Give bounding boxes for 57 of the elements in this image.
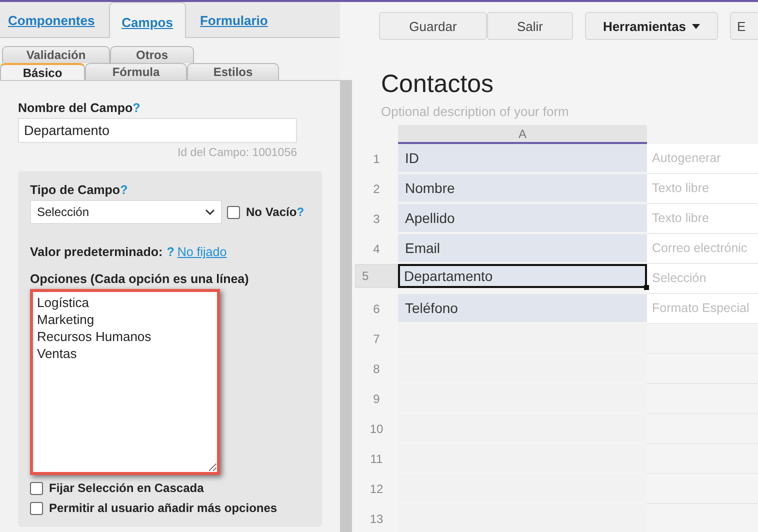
table-cell[interactable]: Email — [398, 234, 647, 264]
row-number: 8 — [372, 361, 381, 378]
form-description: Optional description of your form — [381, 104, 570, 119]
table-cell: Texto libre — [647, 174, 758, 204]
row-number: 5 — [355, 264, 398, 288]
form-title: Contactos — [381, 70, 495, 99]
toolbar-button[interactable]: Herramientas — [585, 12, 718, 40]
settings-tab[interactable]: Validación — [2, 46, 110, 63]
chevron-icon — [205, 209, 215, 215]
table-cell: Texto libre — [647, 204, 758, 234]
table-cell: Correo electrónic — [647, 234, 758, 264]
table-cell[interactable]: Apellido — [398, 204, 647, 234]
field-name-input[interactable]: Departamento — [18, 118, 297, 143]
table-cell: Selección — [647, 264, 758, 294]
caret-icon — [692, 24, 700, 28]
table-cell[interactable]: Nombre — [398, 174, 647, 204]
checkbox[interactable] — [227, 206, 240, 218]
row-number: 10 — [368, 421, 384, 438]
row-number: 6 — [372, 301, 381, 318]
scrollbar[interactable] — [340, 80, 352, 532]
row-number: 12 — [368, 481, 384, 498]
table-cell: Autogenerar — [647, 144, 758, 174]
panel-tab[interactable]: Formulario — [194, 13, 274, 37]
checkbox[interactable] — [30, 502, 43, 514]
column-header[interactable]: A — [398, 125, 647, 144]
row-number: 3 — [372, 211, 381, 228]
row-number: 1 — [372, 151, 381, 168]
row-number: 4 — [372, 241, 381, 258]
panel-tab[interactable]: Componentes — [2, 13, 101, 37]
field-label: Nombre del Campo? — [18, 101, 142, 115]
row-number: 9 — [372, 391, 381, 408]
checkbox-label: No Vacío? — [246, 205, 304, 219]
checkbox-label: Permitir al usuario añadir más opciones — [49, 501, 278, 515]
field-label: Valor predeterminado: — [30, 245, 163, 259]
row-number: 7 — [372, 331, 381, 348]
row-number: 13 — [368, 511, 384, 528]
checkbox[interactable] — [30, 482, 43, 494]
toolbar-button[interactable]: E — [730, 12, 758, 40]
table-cell[interactable]: ID — [398, 144, 647, 174]
settings-tab[interactable]: Estilos — [187, 63, 279, 80]
field-label: Opciones (Cada opción es una línea) — [30, 272, 250, 286]
field-type-select[interactable]: Selección — [30, 200, 222, 224]
options-field[interactable]: Logística Marketing Recursos Humanos Ventas — [30, 289, 220, 475]
panel-tab[interactable]: Campos — [108, 2, 186, 38]
settings-tab[interactable]: Básico — [0, 63, 85, 80]
row-number: 11 — [369, 451, 384, 468]
toolbar-button[interactable]: Guardar — [379, 12, 487, 40]
row-number: 2 — [372, 181, 381, 198]
table-cell[interactable]: Departamento — [398, 264, 647, 288]
field-id-text: Id del Campo: 1001056 — [176, 147, 297, 159]
settings-tab[interactable]: Fórmula — [85, 63, 187, 80]
table-cell[interactable]: Teléfono — [398, 294, 647, 324]
field-label: Tipo de Campo? — [30, 183, 129, 197]
settings-tab[interactable]: Otros — [110, 46, 194, 63]
toolbar-button[interactable]: Salir — [487, 12, 573, 40]
checkbox-label: Fijar Selección en Cascada — [49, 481, 204, 495]
table-cell: Formato Especial — [647, 294, 758, 324]
